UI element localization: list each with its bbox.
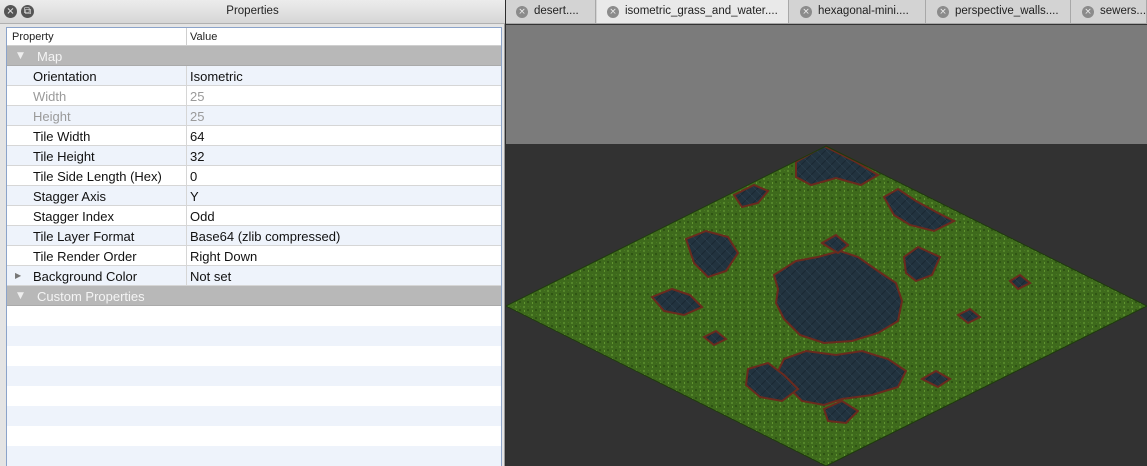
property-row-stagger-index[interactable]: Stagger Index Odd [7, 206, 501, 226]
property-name: Stagger Axis [33, 189, 106, 204]
property-value[interactable]: Odd [190, 209, 215, 224]
group-label-map: Map [37, 49, 63, 64]
property-value: 25 [190, 89, 205, 104]
property-name: Tile Side Length (Hex) [33, 169, 162, 184]
property-row-stagger-axis[interactable]: Stagger Axis Y [7, 186, 501, 206]
tab-label: hexagonal-mini.... [818, 5, 909, 17]
property-row-background-color[interactable]: ▶ Background Color Not set [7, 266, 501, 286]
panel-title: Properties [226, 5, 279, 17]
property-name: Tile Height [33, 149, 95, 164]
tab-label: isometric_grass_and_water.... [625, 5, 778, 17]
empty-row [7, 346, 501, 366]
property-value[interactable]: Y [190, 189, 199, 204]
empty-row [7, 306, 501, 326]
tab-close-icon[interactable]: × [800, 6, 812, 18]
tab-sewers[interactable]: × sewers.... [1072, 0, 1147, 23]
property-name: Background Color [33, 269, 138, 284]
triangle-down-icon[interactable]: ▼ [17, 291, 24, 301]
column-header-property[interactable]: Property [12, 31, 54, 43]
group-custom-properties[interactable]: ▼ Custom Properties [7, 286, 501, 306]
property-value[interactable]: 64 [190, 129, 204, 144]
row-divider [186, 126, 187, 146]
triangle-right-icon[interactable]: ▶ [15, 271, 21, 280]
tab-close-icon[interactable]: × [516, 6, 528, 18]
row-divider [186, 106, 187, 126]
triangle-down-icon[interactable]: ▼ [17, 51, 24, 61]
empty-row [7, 386, 501, 406]
property-value[interactable]: Right Down [190, 249, 257, 264]
property-row-orientation[interactable]: Orientation Isometric [7, 66, 501, 86]
row-divider [186, 166, 187, 186]
tab-label: sewers.... [1100, 5, 1147, 17]
row-divider [186, 206, 187, 226]
property-value[interactable]: Base64 (zlib compressed) [190, 229, 340, 244]
tab-label: perspective_walls.... [955, 5, 1059, 17]
property-name: Tile Width [33, 129, 91, 144]
panel-titlebar: × ⧉ Properties [0, 0, 505, 24]
property-row-tile-render-order[interactable]: Tile Render Order Right Down [7, 246, 501, 266]
property-row-tile-height[interactable]: Tile Height 32 [7, 146, 501, 166]
property-row-height[interactable]: Height 25 [7, 106, 501, 126]
property-value[interactable]: Not set [190, 269, 231, 284]
property-name: Height [33, 109, 71, 124]
document-tabbar: × desert.... × isometric_grass_and_water… [506, 0, 1147, 24]
group-label-custom-properties: Custom Properties [37, 289, 145, 304]
row-divider [186, 186, 187, 206]
property-name: Tile Render Order [33, 249, 137, 264]
empty-row [7, 406, 501, 426]
property-name: Width [33, 89, 67, 104]
row-divider [186, 246, 187, 266]
tab-close-icon[interactable]: × [607, 6, 619, 18]
property-row-width[interactable]: Width 25 [7, 86, 501, 106]
map-editor: × desert.... × isometric_grass_and_water… [506, 0, 1147, 466]
tab-hexagonal-mini[interactable]: × hexagonal-mini.... [790, 0, 926, 23]
property-name: Orientation [33, 69, 97, 84]
empty-row [7, 326, 501, 346]
column-header-value[interactable]: Value [190, 31, 217, 43]
tab-desert[interactable]: × desert.... [506, 0, 596, 23]
group-map[interactable]: ▼ Map [7, 46, 501, 66]
properties-panel: × ⧉ Properties Property Value ▼ Map Orie… [0, 0, 505, 466]
row-divider [186, 86, 187, 106]
property-name: Tile Layer Format [33, 229, 135, 244]
tab-close-icon[interactable]: × [1082, 6, 1094, 18]
tab-perspective-walls[interactable]: × perspective_walls.... [927, 0, 1071, 23]
map-canvas[interactable] [506, 25, 1147, 466]
row-divider [186, 146, 187, 166]
property-row-tile-width[interactable]: Tile Width 64 [7, 126, 501, 146]
table-header: Property Value [7, 28, 501, 46]
row-divider [186, 66, 187, 86]
property-value[interactable]: 32 [190, 149, 204, 164]
properties-table: Property Value ▼ Map Orientation Isometr… [6, 27, 502, 466]
row-divider [186, 226, 187, 246]
tab-isometric-grass-and-water[interactable]: × isometric_grass_and_water.... [597, 0, 789, 23]
tab-label: desert.... [534, 5, 579, 17]
tab-close-icon[interactable]: × [937, 6, 949, 18]
row-divider [186, 266, 187, 286]
empty-row [7, 426, 501, 446]
property-row-tile-layer-format[interactable]: Tile Layer Format Base64 (zlib compresse… [7, 226, 501, 246]
property-value[interactable]: 0 [190, 169, 197, 184]
property-name: Stagger Index [33, 209, 114, 224]
empty-row [7, 446, 501, 466]
property-row-tile-side-length[interactable]: Tile Side Length (Hex) 0 [7, 166, 501, 186]
property-value[interactable]: Isometric [190, 69, 243, 84]
property-value: 25 [190, 109, 205, 124]
isometric-map[interactable] [506, 25, 1147, 466]
empty-row [7, 366, 501, 386]
column-divider[interactable] [186, 28, 187, 46]
